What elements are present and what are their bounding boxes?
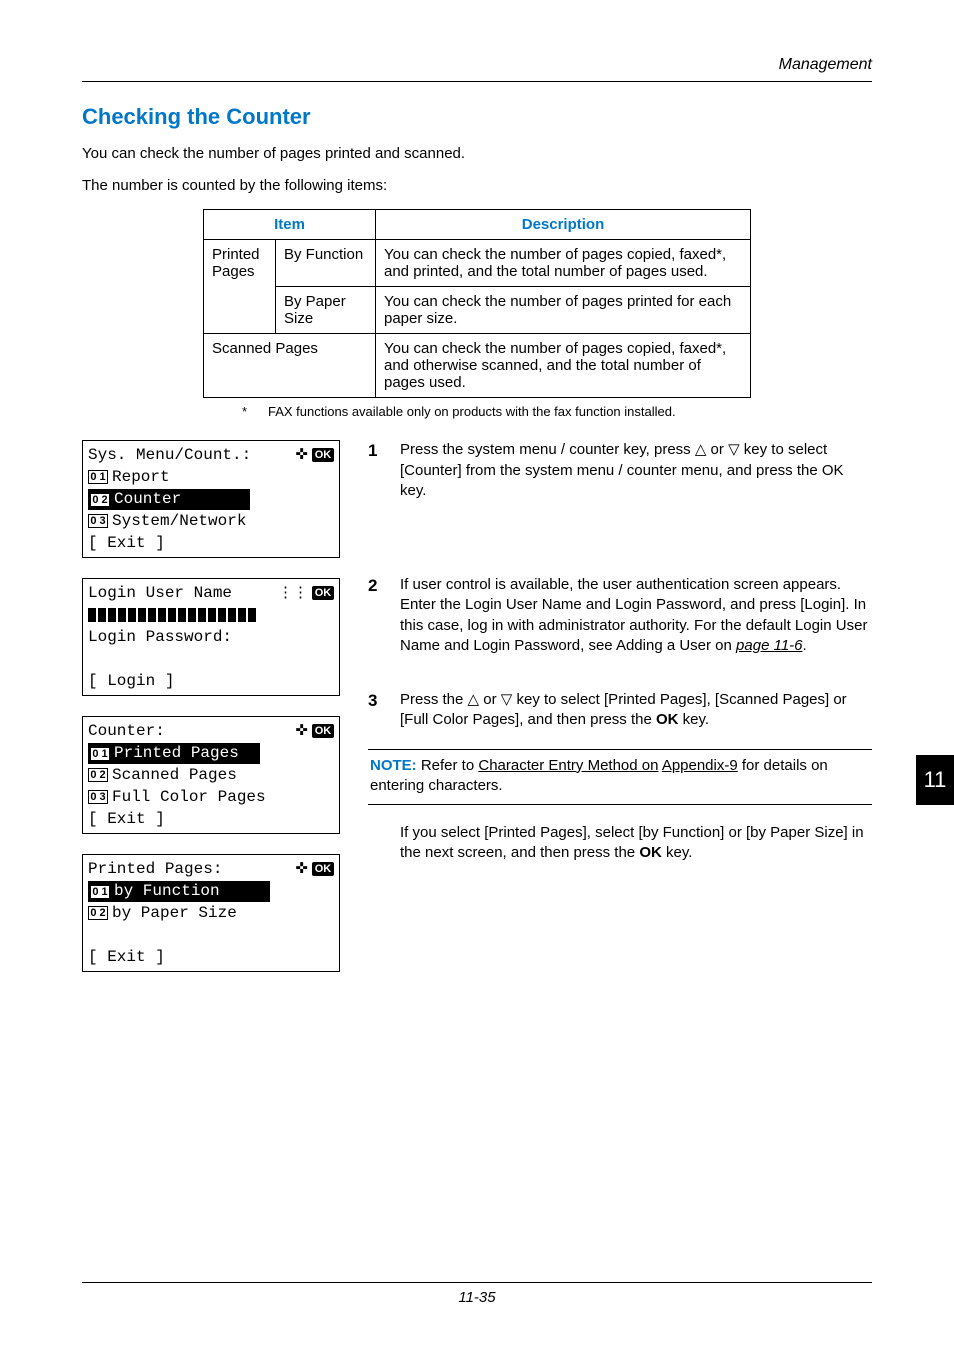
lcd2-login: [ Login ] <box>88 670 334 692</box>
note-link2[interactable]: Appendix-9 <box>662 757 738 774</box>
cell-scanned-desc: You can check the number of pages copied… <box>376 333 751 397</box>
ok-icon: OK <box>312 586 334 600</box>
lcd-counter: Counter: ✜ OK 0 1 Printed Pages 0 2 Scanne… <box>82 716 340 834</box>
ok-icon: OK <box>312 448 334 462</box>
footnote-text: FAX functions available only on products… <box>268 404 676 419</box>
step-2: 2 If user control is available, the user… <box>368 575 872 656</box>
ok-icon: OK <box>312 724 334 738</box>
step2-num: 2 <box>368 575 384 656</box>
lcd2-title: Login User Name <box>88 583 232 605</box>
lcd1-item3: System/Network <box>112 511 246 533</box>
th-desc: Description <box>376 209 751 239</box>
up-triangle-icon: △ <box>695 441 707 458</box>
num-02: 0 2 <box>88 906 108 920</box>
num-03: 0 3 <box>88 514 108 528</box>
lcd3-item1: Printed Pages <box>114 744 239 762</box>
nav-diamond-icon: ✜ <box>295 445 308 465</box>
after-b: key. <box>662 844 693 861</box>
step2end: . <box>803 637 807 654</box>
note-a: Refer to <box>417 757 479 774</box>
down-triangle-icon: ▽ <box>728 441 740 458</box>
lcd1-exit: [ Exit ] <box>88 532 334 554</box>
lcd1-item2: Counter <box>114 490 181 508</box>
lcd3-title: Counter: <box>88 721 165 743</box>
input-cursor <box>88 608 258 622</box>
step2-link[interactable]: page 11-6 <box>736 637 802 654</box>
cell-byfunc: By Function <box>276 239 376 286</box>
cell-scanned: Scanned Pages <box>204 333 376 397</box>
down-triangle-icon: ▽ <box>501 691 513 708</box>
lcd3-item3: Full Color Pages <box>112 787 266 809</box>
nav-diamond-icon: ✜ <box>295 859 308 879</box>
cell-bysize-desc: You can check the number of pages printe… <box>376 286 751 333</box>
page-header: Management <box>82 56 872 82</box>
page-footer: 11-35 <box>82 1282 872 1306</box>
note-box: NOTE: Refer to Character Entry Method on… <box>368 749 872 806</box>
step3a: Press the <box>400 691 468 708</box>
ok-icon: OK <box>312 862 334 876</box>
num-01: 0 1 <box>88 470 108 484</box>
step3d: key. <box>678 711 709 728</box>
step1a: Press the system menu / counter key, pre… <box>400 441 695 458</box>
num-03: 0 3 <box>88 790 108 804</box>
up-triangle-icon: △ <box>468 691 480 708</box>
intro-1: You can check the number of pages printe… <box>82 144 872 164</box>
step3-num: 3 <box>368 690 384 731</box>
after-ok: OK <box>639 844 662 861</box>
lcd-login: Login User Name ⋮⋮ OK Login Password: [ … <box>82 578 340 696</box>
step3b: or <box>479 691 501 708</box>
lcd3-item2: Scanned Pages <box>112 765 237 787</box>
num-01: 0 1 <box>90 747 110 761</box>
intro-2: The number is counted by the following i… <box>82 176 872 196</box>
lcd-printed-pages: Printed Pages: ✜ OK 0 1 by Function 0 2 by… <box>82 854 340 972</box>
lcd4-item2: by Paper Size <box>112 903 237 925</box>
lcd1-item1: Report <box>112 467 170 489</box>
footnote-asterisk: * <box>242 404 268 421</box>
lcd3-exit: [ Exit ] <box>88 808 334 830</box>
cell-printed: Printed Pages <box>204 239 276 333</box>
lcd4-exit: [ Exit ] <box>88 946 334 968</box>
counter-table: Item Description Printed Pages By Functi… <box>203 209 751 398</box>
cell-bysize: By Paper Size <box>276 286 376 333</box>
num-01: 0 1 <box>90 885 110 899</box>
nav-diamond-icon: ✜ <box>295 721 308 741</box>
num-02: 0 2 <box>90 493 110 507</box>
note-link1[interactable]: Character Entry Method on <box>478 757 658 774</box>
step-1: 1 Press the system menu / counter key, p… <box>368 440 872 501</box>
th-item: Item <box>204 209 376 239</box>
step1-num: 1 <box>368 440 384 501</box>
lcd1-title: Sys. Menu/Count.: <box>88 445 251 467</box>
note-label: NOTE: <box>370 757 417 774</box>
dots-icon: ⋮⋮ <box>278 583 308 603</box>
lcd-sys-menu: Sys. Menu/Count.: ✜ OK 0 1 Report 0 2 Coun… <box>82 440 340 558</box>
lcd4-title: Printed Pages: <box>88 859 222 881</box>
lcd4-item1: by Function <box>114 882 220 900</box>
lcd2-pwd: Login Password: <box>88 627 232 649</box>
step3-ok: OK <box>656 711 679 728</box>
after-text: If you select [Printed Pages], select [b… <box>400 823 872 864</box>
cell-byfunc-desc: You can check the number of pages copied… <box>376 239 751 286</box>
num-02: 0 2 <box>88 768 108 782</box>
table-footnote: *FAX functions available only on product… <box>242 404 742 421</box>
section-heading: Checking the Counter <box>82 104 872 130</box>
step-3: 3 Press the △ or ▽ key to select [Printe… <box>368 690 872 731</box>
header-title: Management <box>779 56 872 74</box>
after-a: If you select [Printed Pages], select [b… <box>400 824 864 861</box>
step1b: or <box>706 441 728 458</box>
